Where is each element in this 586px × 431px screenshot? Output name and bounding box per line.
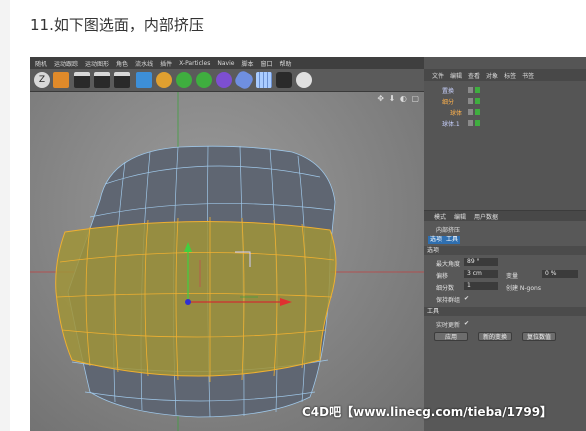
keep-groups-label: 保持群组 [436,297,461,304]
attr-menu-item[interactable]: 编辑 [454,212,466,221]
tool-name: 内部挤压 [436,227,461,234]
check-icon[interactable] [475,120,480,126]
camera-icon[interactable] [276,72,292,88]
object-row[interactable]: 置换 [424,86,586,96]
light-icon[interactable] [296,72,312,88]
deformer-icon[interactable] [233,69,255,91]
max-angle-field[interactable]: 89 ° [464,258,498,266]
object-name: 置换 [442,88,455,95]
page-margin [0,0,10,431]
variance-field[interactable]: 0 % [542,270,578,278]
gear-icon[interactable] [196,72,212,88]
visibility-icon[interactable] [468,109,473,115]
variance-label: 变量 [506,273,519,280]
visibility-icon[interactable] [468,120,473,126]
pen-icon[interactable] [156,72,172,88]
realtime-checkbox[interactable]: ✔ [464,320,469,327]
toolbar: Z [30,69,424,92]
select-icon[interactable] [53,72,69,88]
tab-tool[interactable]: 工具 [444,236,461,244]
visibility-icon[interactable] [468,98,473,104]
menu-item[interactable]: 帮助 [279,59,291,68]
nurbs-icon[interactable] [216,72,232,88]
reset-values-button[interactable]: 复位数值 [522,332,556,341]
object-row[interactable]: 球体 [424,108,586,118]
menu-item[interactable]: 脚本 [241,59,253,68]
offset-field[interactable]: 3 cm [464,270,498,278]
subdivision-field[interactable]: 1 [464,282,498,290]
realtime-label: 实时更新 [436,322,461,329]
create-ngons-label: 创建 N-gons [506,285,541,292]
menu-item[interactable]: 角色 [116,59,128,68]
om-menu-item[interactable]: 查看 [468,71,480,80]
keep-groups-checkbox[interactable]: ✔ [464,295,469,302]
c4d-screenshot: 随机 运动跟踪 运动图形 角色 流水线 插件 X-Particles Navie… [30,57,586,431]
object-name: 球体.1 [442,121,460,128]
attr-menu-item[interactable]: 用户数据 [474,212,498,221]
om-menu-item[interactable]: 编辑 [450,71,462,80]
om-menu-item[interactable]: 文件 [432,71,444,80]
clapper-icon[interactable] [94,72,110,88]
3d-viewport[interactable]: ✥ ⬇ ◐ ▢ [30,92,424,431]
menu-item[interactable]: 流水线 [135,59,153,68]
step-title: 11.如下图选面，内部挤压 [30,16,204,34]
menu-item[interactable]: 窗口 [260,59,272,68]
om-menu-item[interactable]: 标签 [504,71,516,80]
clapper-icon[interactable] [114,72,130,88]
menu-item[interactable]: 运动跟踪 [54,59,78,68]
selected-faces [55,220,337,377]
sphere-mesh [30,92,424,431]
attr-menu-item[interactable]: 模式 [434,212,446,221]
object-row[interactable]: 细分 [424,97,586,107]
grid-icon[interactable] [256,72,272,88]
om-menu-item[interactable]: 对象 [486,71,498,80]
menu-item[interactable]: 随机 [35,59,47,68]
tab-options[interactable]: 选项 [428,236,445,244]
object-manager-menu: 文件 编辑 查看 对象 标签 书签 [424,69,586,81]
clapper-icon[interactable] [74,72,90,88]
attr-menu: 模式 编辑 用户数据 [424,211,586,221]
subdivision-label: 细分数 [436,285,455,292]
offset-label: 偏移 [436,273,449,280]
watermark: C4D吧【www.linecg.com/tieba/1799】 [302,405,553,419]
gizmo-origin [185,299,191,305]
right-panel: 文件 编辑 查看 对象 标签 书签 置换 细分 球体 球体.1 模式 编辑 用户… [424,57,586,431]
undo-icon[interactable]: Z [34,72,50,88]
gear-icon[interactable] [176,72,192,88]
new-transform-button[interactable]: 新的变换 [478,332,512,341]
section-options: 选项 [424,246,586,255]
check-icon[interactable] [475,109,480,115]
cube-icon[interactable] [136,72,152,88]
max-angle-label: 最大角度 [436,261,461,268]
check-icon[interactable] [475,87,480,93]
menu-item[interactable]: X-Particles [179,60,210,67]
object-row[interactable]: 球体.1 [424,119,586,129]
attribute-manager: 模式 编辑 用户数据 内部挤压 选项 工具 选项 最大角度 89 ° 偏移 3 … [424,210,586,431]
menu-bar: 随机 运动跟踪 运动图形 角色 流水线 插件 X-Particles Navie… [30,57,429,69]
visibility-icon[interactable] [468,87,473,93]
object-name: 球体 [450,110,463,117]
apply-button[interactable]: 应用 [434,332,468,341]
check-icon[interactable] [475,98,480,104]
om-menu-item[interactable]: 书签 [522,71,534,80]
menu-item[interactable]: Navie [217,60,234,67]
object-name: 细分 [442,99,455,106]
section-tool: 工具 [424,307,586,316]
menu-item[interactable]: 插件 [160,59,172,68]
menu-item[interactable]: 运动图形 [85,59,109,68]
